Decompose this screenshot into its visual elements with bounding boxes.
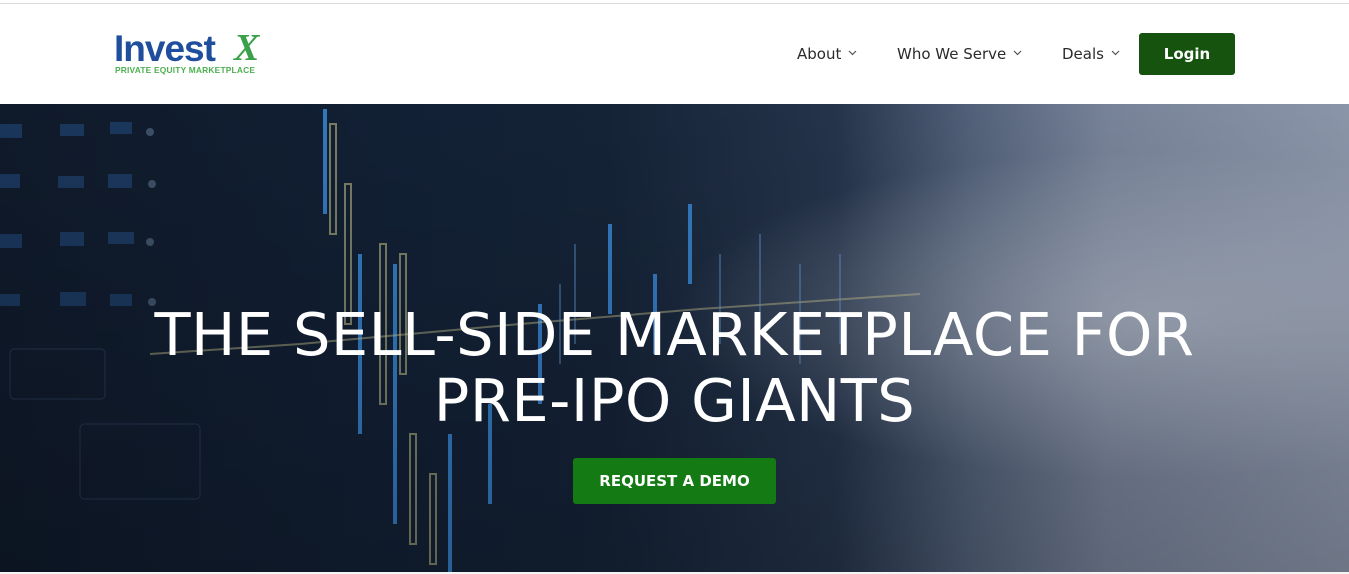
chevron-down-icon bbox=[1013, 49, 1023, 59]
hero-title-line-1: THE SELL-SIDE MARKETPLACE FOR bbox=[154, 300, 1195, 369]
nav-who-we-serve-label: Who We Serve bbox=[897, 45, 1007, 63]
logo-x-mark: X bbox=[234, 27, 260, 69]
chevron-down-icon bbox=[1111, 49, 1121, 59]
request-demo-button[interactable]: REQUEST A DEMO bbox=[573, 458, 776, 504]
chevron-down-icon bbox=[848, 49, 858, 59]
hero-title: THE SELL-SIDE MARKETPLACE FOR PRE-IPO GI… bbox=[0, 302, 1349, 434]
hero-banner: THE SELL-SIDE MARKETPLACE FOR PRE-IPO GI… bbox=[0, 104, 1349, 572]
nav-about-label: About bbox=[797, 45, 842, 63]
site-header: Invest X PRIVATE EQUITY MARKETPLACE Abou… bbox=[0, 4, 1349, 104]
logo-wordmark: Invest bbox=[114, 28, 216, 69]
nav-deals-label: Deals bbox=[1062, 45, 1104, 63]
logo-tagline: PRIVATE EQUITY MARKETPLACE bbox=[115, 65, 256, 75]
hero-title-line-2: PRE-IPO GIANTS bbox=[433, 366, 916, 435]
login-button[interactable]: Login bbox=[1139, 33, 1235, 75]
nav-deals[interactable]: Deals bbox=[1062, 43, 1121, 65]
investx-logo[interactable]: Invest X PRIVATE EQUITY MARKETPLACE bbox=[114, 27, 274, 78]
nav-who-we-serve[interactable]: Who We Serve bbox=[897, 43, 1023, 65]
nav-about[interactable]: About bbox=[797, 43, 858, 65]
